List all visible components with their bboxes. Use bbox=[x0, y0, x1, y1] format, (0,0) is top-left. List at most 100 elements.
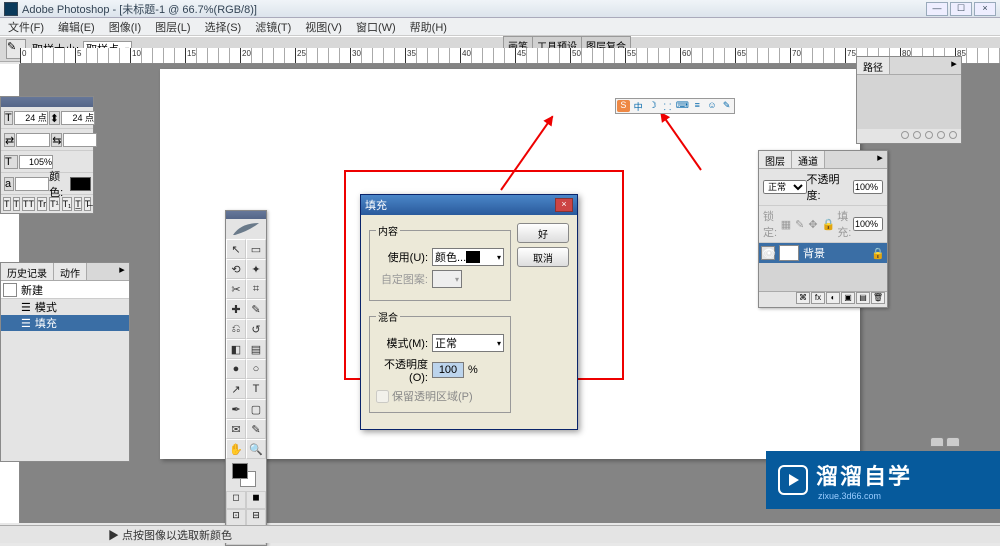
lock-all-icon[interactable]: 🔒 bbox=[822, 218, 836, 231]
baseline-field[interactable] bbox=[15, 177, 49, 191]
maximize-button[interactable]: ☐ bbox=[950, 2, 972, 16]
panel-menu-icon[interactable]: ▸ bbox=[115, 263, 129, 280]
layer-row-background[interactable]: 👁 背景 🔒 bbox=[759, 243, 887, 263]
layer-fill-field[interactable] bbox=[853, 217, 883, 231]
menu-filter[interactable]: 滤镜(T) bbox=[255, 19, 291, 35]
dodge-tool[interactable]: ○ bbox=[246, 359, 266, 379]
history-snapshot[interactable]: 新建 bbox=[1, 281, 129, 299]
history-brush-tool[interactable]: ↺ bbox=[246, 319, 266, 339]
delete-path-icon[interactable] bbox=[949, 131, 957, 139]
menu-layer[interactable]: 图层(L) bbox=[155, 19, 190, 35]
crop-tool[interactable]: ✂ bbox=[226, 279, 246, 299]
foreground-color[interactable] bbox=[232, 463, 248, 479]
link-icon[interactable]: ⌘ bbox=[796, 292, 810, 304]
wand-tool[interactable]: ✦ bbox=[246, 259, 266, 279]
caps-button[interactable]: TT bbox=[22, 197, 35, 211]
lock-pixels-icon[interactable]: ✎ bbox=[795, 218, 804, 231]
heal-tool[interactable]: ✚ bbox=[226, 299, 246, 319]
new-path-icon[interactable] bbox=[937, 131, 945, 139]
ime-settings-icon[interactable]: ✎ bbox=[720, 100, 733, 112]
ok-button[interactable]: 好 bbox=[517, 223, 569, 243]
quickmask-off[interactable]: ◻ bbox=[226, 491, 246, 509]
tracking-field[interactable] bbox=[16, 133, 50, 147]
ime-toolbar[interactable]: S 中 ☽ ⸬ ⌨ ≡ ☺ ✎ bbox=[615, 98, 735, 114]
scale-field[interactable] bbox=[19, 155, 53, 169]
stamp-tool[interactable]: ⎌ bbox=[226, 319, 246, 339]
minimize-button[interactable]: — bbox=[926, 2, 948, 16]
ime-keyboard-icon[interactable]: ⌨ bbox=[676, 100, 689, 112]
trash-icon[interactable]: 🗑 bbox=[871, 292, 885, 304]
hand-tool[interactable]: ✋ bbox=[226, 439, 246, 459]
lock-pos-icon[interactable]: ✥ bbox=[808, 218, 817, 231]
ime-person-icon[interactable]: ☺ bbox=[706, 100, 719, 112]
ime-lang-icon[interactable]: 中 bbox=[632, 100, 645, 112]
superscript-button[interactable]: T¹ bbox=[49, 197, 60, 211]
panel-titlebar[interactable] bbox=[1, 97, 93, 107]
path-tool[interactable]: ↗ bbox=[226, 379, 246, 399]
lock-trans-icon[interactable]: ▦ bbox=[781, 218, 791, 231]
subscript-button[interactable]: T₁ bbox=[62, 197, 73, 211]
ime-sogou-icon[interactable]: S bbox=[617, 100, 630, 112]
menu-help[interactable]: 帮助(H) bbox=[410, 19, 447, 35]
mode-dropdown[interactable]: 正常▾ bbox=[432, 334, 504, 352]
selection-path-icon[interactable] bbox=[925, 131, 933, 139]
paths-list[interactable] bbox=[857, 75, 961, 129]
ime-moon-icon[interactable]: ☽ bbox=[646, 100, 659, 112]
italic-button[interactable]: T bbox=[13, 197, 21, 211]
panel-menu-icon[interactable]: ▸ bbox=[947, 57, 961, 74]
collapsed-panel-tabs[interactable] bbox=[930, 437, 960, 447]
text-color-swatch[interactable] bbox=[70, 177, 91, 191]
fill-path-icon[interactable] bbox=[901, 131, 909, 139]
slice-tool[interactable]: ⌗ bbox=[246, 279, 266, 299]
brush-tool[interactable]: ✎ bbox=[246, 299, 266, 319]
type-tool[interactable]: T bbox=[246, 379, 266, 399]
gradient-tool[interactable]: ▤ bbox=[246, 339, 266, 359]
visibility-icon[interactable]: 👁 bbox=[761, 246, 775, 260]
leading-field[interactable] bbox=[61, 111, 95, 125]
opacity-input[interactable] bbox=[432, 362, 464, 378]
menu-select[interactable]: 选择(S) bbox=[205, 19, 242, 35]
toolbox-grip[interactable] bbox=[226, 211, 266, 219]
menu-image[interactable]: 图像(I) bbox=[109, 19, 141, 35]
ime-menu-icon[interactable]: ≡ bbox=[691, 100, 704, 112]
horizontal-ruler[interactable]: 0510152025303540455055606570758085 bbox=[20, 48, 1000, 64]
dialog-titlebar[interactable]: 填充 × bbox=[361, 195, 577, 215]
tab-history[interactable]: 历史记录 bbox=[1, 263, 54, 280]
cancel-button[interactable]: 取消 bbox=[517, 247, 569, 267]
tab-channels[interactable]: 通道 bbox=[792, 151, 825, 168]
menu-window[interactable]: 窗口(W) bbox=[356, 19, 396, 35]
history-step-mode[interactable]: ☰模式 bbox=[1, 299, 129, 315]
panel-menu-icon[interactable]: ▸ bbox=[873, 151, 887, 168]
strike-button[interactable]: T̶ bbox=[84, 197, 92, 211]
folder-icon[interactable]: ▣ bbox=[841, 292, 855, 304]
ime-punct-icon[interactable]: ⸬ bbox=[661, 100, 674, 112]
use-dropdown[interactable]: 颜色... ▾ bbox=[432, 248, 504, 266]
underline-button[interactable]: T̲ bbox=[74, 197, 82, 211]
menu-file[interactable]: 文件(F) bbox=[8, 19, 44, 35]
zoom-tool[interactable]: 🔍 bbox=[246, 439, 266, 459]
tab-paths[interactable]: 路径 bbox=[857, 57, 890, 74]
pen-tool[interactable]: ✒ bbox=[226, 399, 246, 419]
move-tool[interactable]: ↖ bbox=[226, 239, 246, 259]
marquee-tool[interactable]: ▭ bbox=[246, 239, 266, 259]
menu-edit[interactable]: 编辑(E) bbox=[58, 19, 95, 35]
stroke-path-icon[interactable] bbox=[913, 131, 921, 139]
shape-tool[interactable]: ▢ bbox=[246, 399, 266, 419]
tab-actions[interactable]: 动作 bbox=[54, 263, 87, 280]
history-step-fill[interactable]: ☰填充 bbox=[1, 315, 129, 331]
bold-button[interactable]: T bbox=[3, 197, 11, 211]
font-size-field[interactable] bbox=[14, 111, 48, 125]
lasso-tool[interactable]: ⟲ bbox=[226, 259, 246, 279]
mask-icon[interactable]: ◐ bbox=[826, 292, 840, 304]
kerning-field[interactable] bbox=[63, 133, 97, 147]
layer-opacity-field[interactable] bbox=[853, 180, 883, 194]
fx-icon[interactable]: fx bbox=[811, 292, 825, 304]
new-layer-icon[interactable]: ▤ bbox=[856, 292, 870, 304]
eyedropper-tool[interactable]: ✎ bbox=[246, 419, 266, 439]
menu-view[interactable]: 视图(V) bbox=[305, 19, 342, 35]
blend-mode-dropdown[interactable]: 正常 bbox=[763, 180, 807, 194]
notes-tool[interactable]: ✉ bbox=[226, 419, 246, 439]
smallcaps-button[interactable]: Tr bbox=[37, 197, 47, 211]
quickmask-on[interactable]: ◼ bbox=[246, 491, 266, 509]
dialog-close-button[interactable]: × bbox=[555, 198, 573, 212]
